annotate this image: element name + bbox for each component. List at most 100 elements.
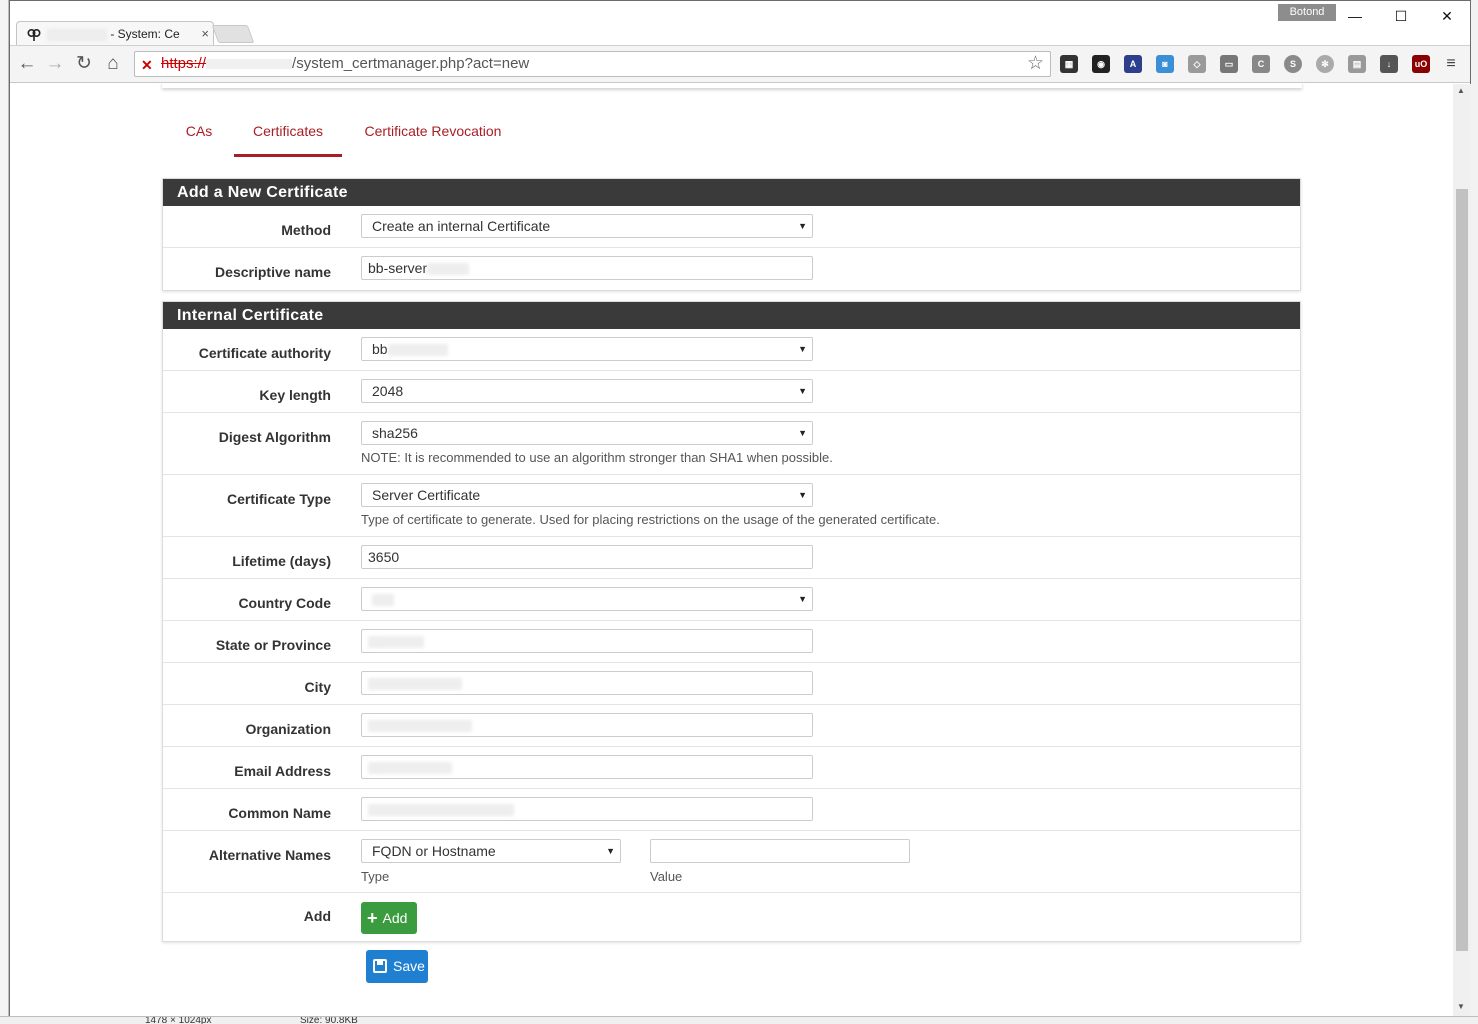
alt-name-value-input[interactable] [650,839,910,863]
email-redacted [368,762,452,775]
lifetime-input[interactable]: 3650 [361,545,813,569]
dark-extension-icon[interactable]: A [1124,55,1142,73]
certificate-authority-value: bb [372,341,388,357]
skype-extension-icon[interactable]: S [1284,55,1302,73]
email-input[interactable] [361,755,813,779]
browser-tab[interactable]: - System: Ce × [16,21,214,47]
gear-extension-icon[interactable]: ✻ [1316,55,1334,73]
country-code-select[interactable]: ▼ [361,587,813,611]
key-length-select[interactable]: 2048 ▼ [361,379,813,403]
certificate-type-help: Type of certificate to generate. Used fo… [361,512,940,527]
internal-certificate-panel: Internal Certificate Certificate authori… [162,301,1301,942]
qr-code-extension-icon[interactable]: ▦ [1060,55,1078,73]
chevron-down-icon: ▼ [798,221,807,231]
background-window-edge [0,0,9,1024]
document-extension-icon[interactable]: ▤ [1348,55,1366,73]
add-certificate-panel: Add a New Certificate Method Create an i… [162,178,1301,291]
browser-toolbar: ← → ↻ ⌂ ✕ https:// /system_certmanager.ph… [10,45,1470,83]
chevron-down-icon: ▼ [798,594,807,604]
new-tab-button[interactable] [211,25,255,43]
organization-input[interactable] [361,713,813,737]
method-select[interactable]: Create an internal Certificate ▼ [361,214,813,238]
menu-icon[interactable]: ≡ [1442,55,1460,73]
tab-cas[interactable]: CAs [167,109,231,157]
add-button-label: Add [382,910,408,926]
glasses-extension-icon[interactable]: ◉ [1092,55,1110,73]
certificate-type-select[interactable]: Server Certificate ▼ [361,483,813,507]
pfsense-favicon-icon [27,28,41,41]
download-extension-icon[interactable]: ↓ [1380,55,1398,73]
digest-algorithm-help: NOTE: It is recommended to use an algori… [361,450,833,465]
descriptive-name-redacted [427,263,470,276]
state-redacted [368,636,424,649]
city-input[interactable] [361,671,813,695]
ublock-extension-icon[interactable]: uO [1412,55,1430,73]
descriptive-name-value: bb-server [368,260,428,276]
state-row: State or Province [163,621,1300,663]
certificate-type-row: Certificate Type Server Certificate ▼ Typ… [163,475,1300,537]
minimize-button[interactable]: — [1338,5,1372,27]
key-length-label: Key length [259,387,331,403]
camera-extension-icon[interactable]: ◙ [1156,55,1174,73]
digest-algorithm-value: sha256 [372,425,418,441]
tab-certificate-revocation[interactable]: Certificate Revocation [355,109,511,157]
email-label: Email Address [234,763,331,779]
home-icon[interactable]: ⌂ [102,54,124,76]
image-size: Size: 90.8KB [300,1016,358,1024]
insecure-lock-icon: ✕ [141,57,153,73]
window-extension-icon[interactable]: ▭ [1220,55,1238,73]
organization-label: Organization [245,721,331,737]
css-extension-icon[interactable]: C [1252,55,1270,73]
chevron-down-icon: ▼ [798,344,807,354]
url-host-redacted [206,59,293,70]
alt-name-type-select[interactable]: FQDN or Hostname ▼ [361,839,621,863]
chevron-down-icon: ▼ [606,846,615,856]
close-window-button[interactable]: ✕ [1430,5,1464,27]
alt-name-type-help: Type [361,869,390,884]
common-name-row: Common Name [163,789,1300,831]
plus-icon: + [367,908,378,928]
city-row: City [163,663,1300,705]
digest-algorithm-select[interactable]: sha256 ▼ [361,421,813,445]
maximize-button[interactable]: ☐ [1384,5,1418,27]
cube-extension-icon[interactable]: ◇ [1188,55,1206,73]
bookmark-star-icon[interactable]: ☆ [1027,52,1044,76]
back-arrow-icon[interactable]: ← [16,54,38,76]
address-bar[interactable]: ✕ https:// /system_certmanager.php?act=ne… [134,51,1051,77]
certificate-authority-row: Certificate authority bb ▼ [163,329,1300,371]
method-row: Method Create an internal Certificate ▼ [163,206,1300,248]
certificate-authority-select[interactable]: bb ▼ [361,337,813,361]
descriptive-name-input[interactable]: bb-server [361,256,813,280]
save-button[interactable]: Save [366,950,428,983]
state-input[interactable] [361,629,813,653]
chevron-down-icon: ▼ [798,428,807,438]
forward-arrow-icon[interactable]: → [44,54,66,76]
descriptive-name-row: Descriptive name bb-server [163,248,1300,290]
add-alt-name-button[interactable]: + Add [361,902,417,934]
scroll-up-icon[interactable]: ▲ [1457,86,1465,95]
alternative-names-label: Alternative Names [208,847,331,863]
navbar-bottom-edge [162,84,1302,88]
image-dimensions: 1478 × 1024px [145,1016,212,1024]
lifetime-row: Lifetime (days) 3650 [163,537,1300,579]
title-bar: - System: Ce × Botond — ☐ ✕ [10,1,1470,47]
digest-algorithm-label: Digest Algorithm [218,429,331,445]
tab-close-icon[interactable]: × [201,22,209,46]
organization-row: Organization [163,705,1300,747]
method-label: Method [281,222,331,238]
scroll-down-icon[interactable]: ▼ [1457,1002,1465,1011]
tab-certificates[interactable]: Certificates [234,109,342,157]
certificate-authority-label: Certificate authority [198,345,331,361]
panel-title: Internal Certificate [163,302,1300,329]
profile-button[interactable]: Botond [1278,4,1336,21]
reload-icon[interactable]: ↻ [73,54,95,76]
page-scrollbar[interactable]: ▲ ▼ [1453,84,1471,1017]
country-code-redacted [372,594,394,607]
method-value: Create an internal Certificate [372,218,551,234]
common-name-input[interactable] [361,797,813,821]
digest-algorithm-row: Digest Algorithm sha256 ▼ NOTE: It is rec… [163,413,1300,475]
city-label: City [304,679,331,695]
scrollbar-thumb[interactable] [1456,189,1468,951]
add-row: Add + Add [163,893,1300,941]
organization-redacted [368,720,472,733]
